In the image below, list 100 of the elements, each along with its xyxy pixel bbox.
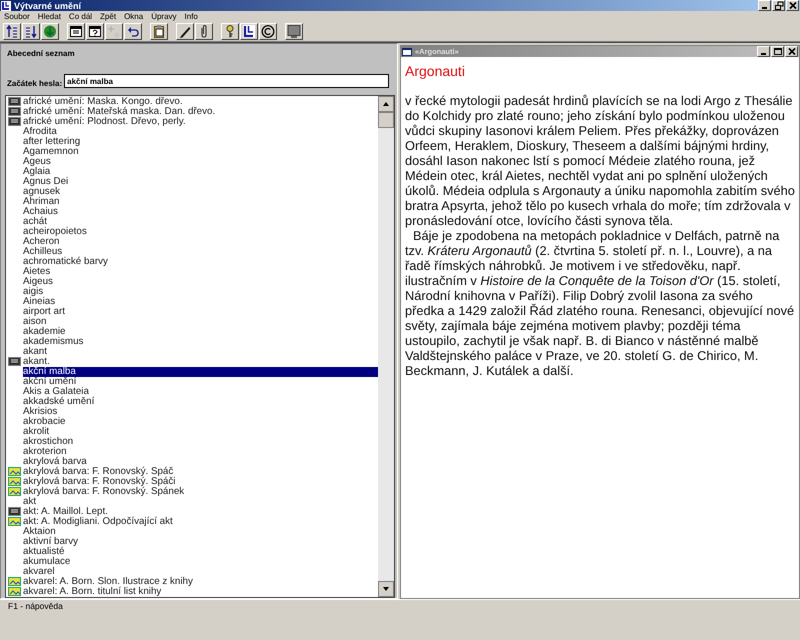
down-arrow-circle-icon (43, 24, 57, 39)
sort-up-icon (5, 24, 19, 39)
image-thumbnail-icon (8, 477, 21, 486)
list-item[interactable]: akant (23, 347, 47, 357)
list-item[interactable]: akrylová barva: F. Ronovský. Spáč (23, 467, 174, 477)
list-item[interactable]: akvarel (23, 567, 55, 577)
menu-item[interactable]: Soubor (4, 12, 30, 21)
app-logo-icon (1, 0, 11, 10)
list-item[interactable]: akční malba (23, 367, 378, 377)
list-item[interactable]: akant. (23, 357, 50, 367)
list-item[interactable]: aison (23, 317, 46, 327)
list-item[interactable]: akumulace (23, 557, 70, 567)
toolbar-button[interactable] (124, 23, 142, 40)
logo-icon (242, 24, 256, 39)
list-item[interactable]: Acheron (23, 237, 60, 247)
close-icon (788, 1, 798, 10)
plus-star-icon (107, 24, 121, 39)
list-item[interactable]: aktualisté (23, 547, 64, 557)
menu-item[interactable]: Zpět (100, 12, 116, 21)
print-thumbnail-icon (8, 107, 21, 116)
sort-down-icon (24, 24, 38, 39)
search-field[interactable]: akční malba (64, 74, 389, 88)
restore-button[interactable] (772, 0, 785, 11)
list-item[interactable]: aigis (23, 287, 44, 297)
toolbar-button[interactable] (150, 23, 168, 40)
list-item[interactable]: achromatické barvy (23, 257, 108, 267)
toolbar-button[interactable] (221, 23, 239, 40)
list-item[interactable]: akrylová barva (23, 457, 87, 467)
article-paragraph: v řecké mytologii padesát hrdinů plavících se na lodi Argo z Thesálie do Kolchidy pro zlaté rouno; jeho získání bylo podmínkou uloženou vůdci skupiny Iasonovi králem Peliem. Přes překážky, doprovázen Orfeem, Heraklem, Dioskury, Theseem a dalšími bájnými hrdiny, dosáhl Iason nakonec lstí s pomocí Médeie zlatého rouna, jež Médein otec, král Aietes, nechtěl vydat ani po splnění uložených úkolů. Médeia odplula s Argonauty a úniku napomohla zabitím svého bratra Apsyrta, jehož tělo po kusech vrhala do moře; tím zdržovala v pronásledování otce, lovícího části synova těla. (405, 93, 795, 228)
list-item[interactable]: akční umění (23, 377, 76, 387)
menu-item[interactable]: Info (184, 12, 198, 21)
print-thumbnail-icon (8, 507, 21, 516)
list-item[interactable]: airport art (23, 307, 65, 317)
toolbar-button[interactable] (67, 23, 85, 40)
list-item[interactable]: akroterion (23, 447, 67, 457)
list-item[interactable]: Achaius (23, 207, 58, 217)
list-item[interactable]: akrobacie (23, 417, 66, 427)
list-item[interactable]: acheiropoietos (23, 227, 87, 237)
minimize-button[interactable] (758, 0, 771, 11)
toolbar-button[interactable] (86, 23, 104, 40)
list-item[interactable]: Afrodita (23, 127, 57, 137)
list-item[interactable]: Ageus (23, 157, 51, 167)
list-item[interactable]: Akis a Galateia (23, 387, 89, 397)
toolbar-button[interactable] (176, 23, 194, 40)
close-button[interactable] (785, 46, 798, 57)
toolbar-button[interactable] (195, 23, 213, 40)
list-item[interactable]: akrylová barva: F. Ronovský. Spánek (23, 487, 184, 497)
toolbar-button[interactable] (41, 23, 59, 40)
menu-item[interactable]: Co dál (68, 12, 92, 21)
toolbar-button[interactable] (240, 23, 258, 40)
clipboard-icon (152, 24, 166, 39)
toolbar-button[interactable] (285, 23, 303, 40)
menu-item[interactable]: Hledat (38, 12, 61, 21)
close-button[interactable] (786, 0, 799, 11)
list-item[interactable]: after lettering (23, 137, 80, 147)
list-item[interactable]: africké umění: Mateřská maska. Dan. dřevo. (23, 107, 216, 117)
list-item[interactable]: Aineias (23, 297, 56, 307)
list-item[interactable]: africké umění: Plodnost. Dřevo, perly. (23, 117, 186, 127)
list-item[interactable]: agnusek (23, 187, 60, 197)
list-item[interactable]: Agnus Dei (23, 177, 68, 187)
toolbar-button[interactable] (3, 23, 21, 40)
image-thumbnail-icon (8, 587, 21, 596)
list-item[interactable]: akkadské umění (23, 397, 94, 407)
list-item[interactable]: akrostichon (23, 437, 74, 447)
monitor-icon (287, 24, 301, 39)
list-item[interactable]: Aglaia (23, 167, 50, 177)
list-item[interactable]: Ahriman (23, 197, 60, 207)
list-item[interactable]: Akrisios (23, 407, 58, 417)
list-item[interactable]: aktivní barvy (23, 537, 78, 547)
panel-heading: Abecední seznam (6, 48, 76, 60)
menu-item[interactable]: Okna (124, 12, 144, 21)
image-thumbnail-icon (8, 577, 21, 586)
list-item[interactable]: akademismus (23, 337, 84, 347)
maximize-icon (772, 47, 782, 56)
article-heading: Argonauti (405, 63, 466, 79)
minimize-button[interactable] (757, 46, 770, 57)
print-thumbnail-icon (8, 97, 21, 106)
list-item[interactable]: akrolit (23, 427, 50, 437)
list-item[interactable]: Achilleus (23, 247, 62, 257)
maximize-button[interactable] (771, 46, 784, 57)
list-item[interactable]: akt: A. Modigliani. Odpočívající akt (23, 517, 173, 527)
list-item[interactable]: Aietes (23, 267, 50, 277)
image-thumbnail-icon (8, 517, 21, 526)
list-item[interactable]: akvarel: A. Born. titulní list knihy (23, 587, 162, 597)
list-item[interactable]: akademie (23, 327, 66, 337)
list-item[interactable]: africké umění: Maska. Kongo. dřevo. (23, 97, 183, 107)
list-item[interactable]: Aktaion (23, 527, 56, 537)
list-item[interactable]: akvarel: A. Born. Slon. Ilustrace z knihy (23, 577, 193, 587)
window-icon (69, 24, 83, 39)
toolbar-button[interactable] (22, 23, 40, 40)
list-item[interactable]: akt: A. Maillol. Lept. (23, 507, 108, 517)
menu-item[interactable]: Úpravy (151, 12, 177, 21)
list-item[interactable]: akt (23, 497, 36, 507)
list-item[interactable]: akrylová barva: F. Ronovský. Spáči (23, 477, 176, 487)
print-thumbnail-icon (8, 357, 21, 366)
status-text: F1 - nápověda (8, 600, 63, 610)
list-item[interactable]: Aigeus (23, 277, 53, 287)
toolbar-button[interactable] (259, 23, 277, 40)
list-item[interactable]: Agamemnon (23, 147, 79, 157)
list-item[interactable]: achát (23, 217, 47, 227)
